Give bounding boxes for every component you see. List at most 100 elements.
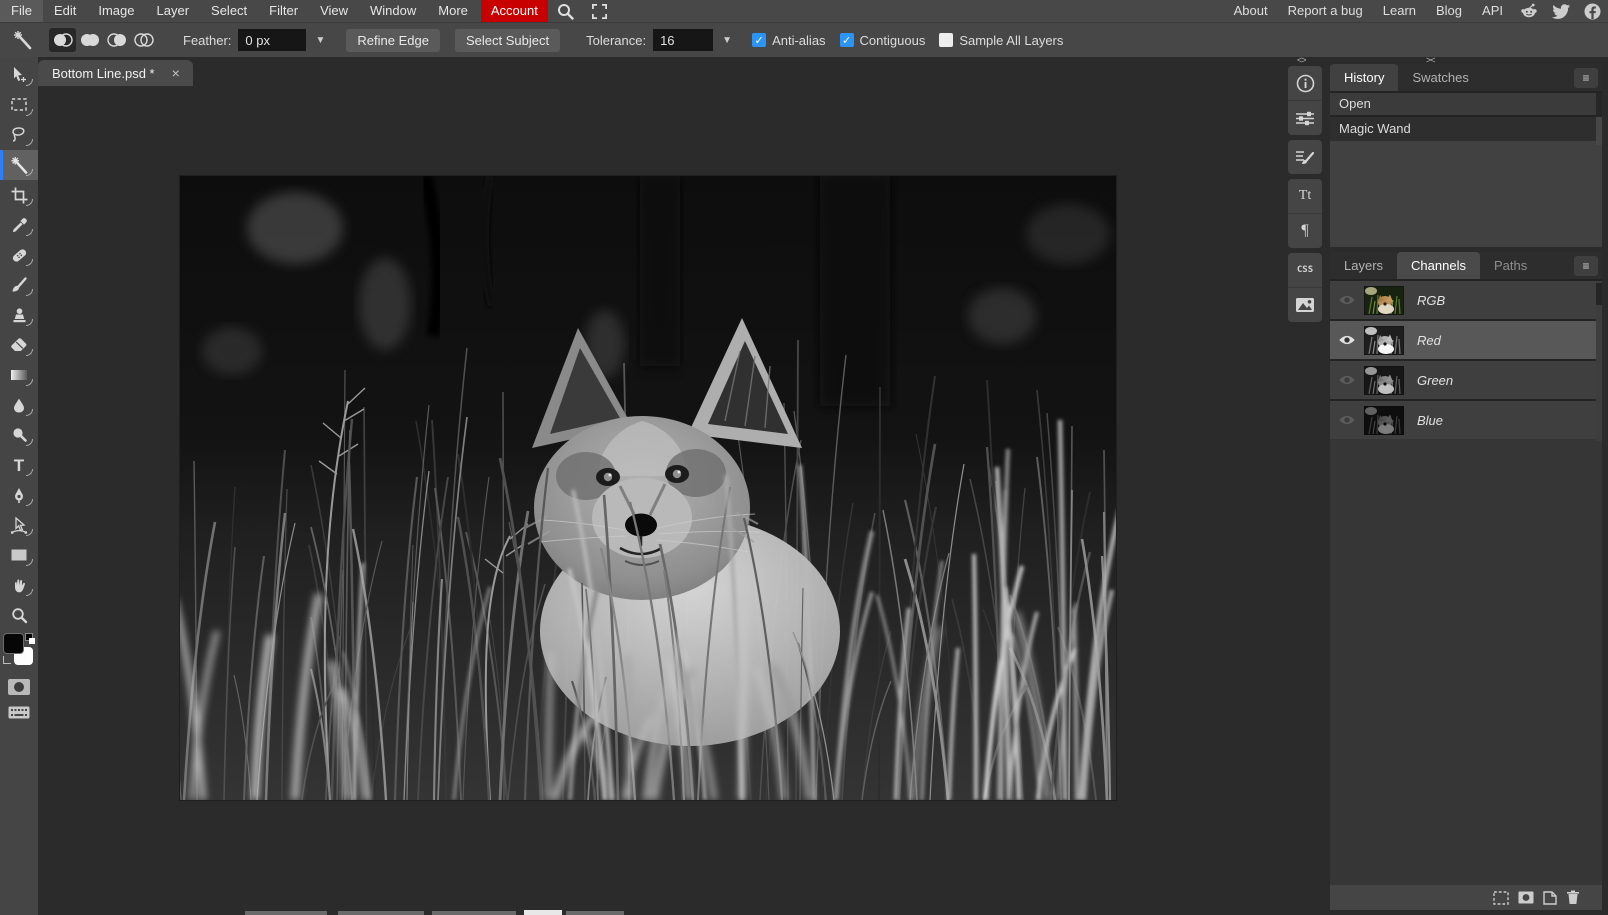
canvas-image[interactable] bbox=[180, 176, 1116, 800]
swap-colors-icon-white[interactable] bbox=[29, 638, 35, 644]
taskbar-fragment bbox=[338, 911, 424, 915]
default-colors-icon[interactable] bbox=[3, 656, 11, 664]
adjustments-panel-button[interactable] bbox=[1288, 101, 1322, 135]
contiguous-label[interactable]: Contiguous bbox=[860, 33, 926, 48]
menu-window[interactable]: Window bbox=[359, 0, 427, 22]
visibility-toggle[interactable] bbox=[1330, 414, 1364, 426]
channels-scrollbar[interactable] bbox=[1596, 281, 1602, 441]
tab-swatches[interactable]: Swatches bbox=[1398, 64, 1482, 91]
magic-wand-tool[interactable] bbox=[0, 150, 38, 180]
eyedropper-tool[interactable] bbox=[0, 210, 38, 240]
paragraph-panel-button[interactable]: ¶ bbox=[1288, 214, 1322, 248]
channel-thumbnail-blue[interactable] bbox=[1364, 406, 1404, 435]
info-panel-button[interactable] bbox=[1288, 66, 1322, 101]
menu-report-a-bug[interactable]: Report a bug bbox=[1278, 0, 1373, 22]
fullscreen-icon[interactable] bbox=[583, 0, 616, 22]
facebook-icon[interactable] bbox=[1577, 0, 1608, 22]
menu-api[interactable]: API bbox=[1472, 0, 1513, 22]
feather-input[interactable] bbox=[238, 29, 306, 51]
menu-layer[interactable]: Layer bbox=[146, 0, 201, 22]
new-channel-icon[interactable] bbox=[1543, 891, 1557, 905]
sample-all-layers-label[interactable]: Sample All Layers bbox=[959, 33, 1063, 48]
zoom-tool[interactable] bbox=[0, 600, 38, 630]
spot-heal-tool[interactable] bbox=[0, 240, 38, 270]
hand-tool[interactable] bbox=[0, 570, 38, 600]
foreground-color-swatch[interactable] bbox=[3, 633, 24, 654]
visibility-toggle[interactable] bbox=[1330, 374, 1364, 386]
eraser-tool[interactable] bbox=[0, 330, 38, 360]
reddit-icon[interactable] bbox=[1513, 0, 1545, 22]
close-tab-icon[interactable]: × bbox=[169, 65, 183, 81]
dodge-tool[interactable] bbox=[0, 420, 38, 450]
character-panel-button[interactable]: Tt bbox=[1288, 179, 1322, 214]
css-panel-button[interactable]: CSS bbox=[1288, 253, 1322, 288]
marquee-tool[interactable] bbox=[0, 90, 38, 120]
load-selection-icon[interactable] bbox=[1493, 891, 1509, 905]
twitter-icon[interactable] bbox=[1545, 0, 1577, 22]
selection-mode-intersect[interactable] bbox=[130, 28, 157, 52]
channel-thumbnail-green[interactable] bbox=[1364, 366, 1404, 395]
history-entry-magic-wand[interactable]: Magic Wand bbox=[1330, 117, 1602, 141]
select-subject-button[interactable]: Select Subject bbox=[455, 29, 560, 52]
crop-tool[interactable] bbox=[0, 180, 38, 210]
channel-row-red[interactable]: Red bbox=[1330, 321, 1602, 359]
lasso-tool[interactable] bbox=[0, 120, 38, 150]
canvas-workspace[interactable]: Bottom Line.psd * × bbox=[38, 56, 1288, 915]
contiguous-checkbox[interactable]: ✓ bbox=[840, 33, 854, 47]
menu-image[interactable]: Image bbox=[87, 0, 145, 22]
tab-channels[interactable]: Channels bbox=[1397, 252, 1480, 279]
tolerance-input[interactable] bbox=[653, 29, 713, 51]
blur-tool[interactable] bbox=[0, 390, 38, 420]
channel-thumbnail-rgb[interactable] bbox=[1364, 286, 1404, 315]
menu-about[interactable]: About bbox=[1224, 0, 1278, 22]
menu-file[interactable]: File bbox=[0, 0, 43, 22]
tolerance-dropdown-icon[interactable]: ▼ bbox=[716, 35, 738, 46]
selection-mode-add[interactable] bbox=[76, 28, 103, 52]
channels-menu-icon[interactable]: ≡ bbox=[1574, 256, 1598, 276]
tab-history[interactable]: History bbox=[1330, 64, 1398, 91]
path-select-tool[interactable] bbox=[0, 510, 38, 540]
type-tool[interactable]: T bbox=[0, 450, 38, 480]
feather-dropdown-icon[interactable]: ▼ bbox=[309, 35, 331, 46]
document-tab[interactable]: Bottom Line.psd * × bbox=[38, 60, 193, 86]
quick-mask-button[interactable] bbox=[0, 674, 38, 700]
visibility-toggle[interactable] bbox=[1330, 294, 1364, 306]
antialias-label[interactable]: Anti-alias bbox=[772, 33, 825, 48]
channel-row-blue[interactable]: Blue bbox=[1330, 401, 1602, 439]
menu-blog[interactable]: Blog bbox=[1426, 0, 1472, 22]
account-button[interactable]: Account bbox=[481, 0, 548, 22]
rectangle-tool[interactable] bbox=[0, 540, 38, 570]
selection-mode-new[interactable] bbox=[49, 28, 76, 52]
history-entry-open[interactable]: Open bbox=[1330, 93, 1602, 115]
color-swatches[interactable] bbox=[0, 630, 38, 674]
menu-edit[interactable]: Edit bbox=[43, 0, 87, 22]
menu-more[interactable]: More bbox=[427, 0, 479, 22]
menu-learn[interactable]: Learn bbox=[1373, 0, 1426, 22]
search-icon[interactable] bbox=[548, 0, 583, 22]
pen-tool[interactable] bbox=[0, 480, 38, 510]
keyboard-shortcuts-button[interactable] bbox=[0, 700, 38, 724]
sample-all-layers-checkbox[interactable] bbox=[939, 33, 953, 47]
move-tool[interactable] bbox=[0, 60, 38, 90]
channel-row-rgb[interactable]: RGB bbox=[1330, 281, 1602, 319]
history-menu-icon[interactable]: ≡ bbox=[1574, 68, 1598, 88]
selection-mode-subtract[interactable] bbox=[103, 28, 130, 52]
antialias-checkbox[interactable]: ✓ bbox=[752, 33, 766, 47]
menu-filter[interactable]: Filter bbox=[258, 0, 309, 22]
channel-thumbnail-red[interactable] bbox=[1364, 326, 1404, 355]
tab-paths[interactable]: Paths bbox=[1480, 252, 1541, 279]
gradient-tool[interactable] bbox=[0, 360, 38, 390]
menu-view[interactable]: View bbox=[309, 0, 359, 22]
clone-stamp-tool[interactable] bbox=[0, 300, 38, 330]
menu-select[interactable]: Select bbox=[200, 0, 258, 22]
brush-settings-panel-button[interactable] bbox=[1288, 140, 1322, 174]
visibility-toggle[interactable] bbox=[1330, 334, 1364, 346]
delete-channel-icon[interactable] bbox=[1566, 890, 1580, 905]
brush-tool[interactable] bbox=[0, 270, 38, 300]
history-scrollbar[interactable] bbox=[1596, 93, 1602, 145]
refine-edge-button[interactable]: Refine Edge bbox=[346, 29, 440, 52]
image-panel-button[interactable] bbox=[1288, 288, 1322, 322]
add-mask-icon[interactable] bbox=[1518, 891, 1534, 904]
tab-layers[interactable]: Layers bbox=[1330, 252, 1397, 279]
channel-row-green[interactable]: Green bbox=[1330, 361, 1602, 399]
